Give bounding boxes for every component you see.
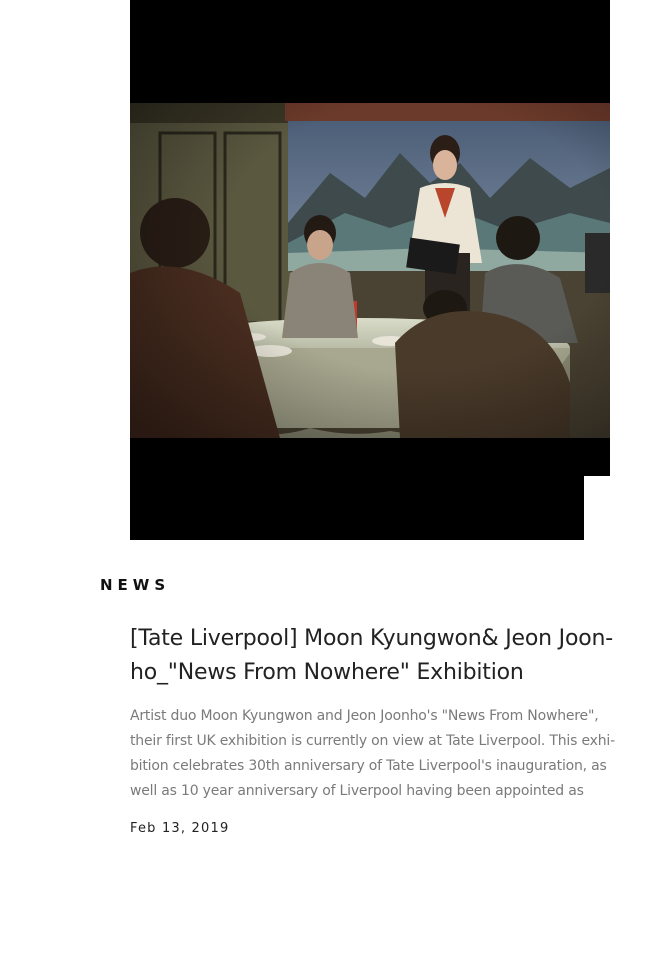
image-slider[interactable] — [130, 0, 610, 540]
slider-controls — [584, 476, 610, 540]
section-label: NEWS — [100, 576, 171, 594]
film-still-image — [130, 103, 610, 438]
post-excerpt: Artist duo Moon Kyungwon and Jeon Joonho… — [130, 708, 615, 799]
post-date: Feb 13, 2019 — [130, 821, 230, 836]
post-title[interactable]: [Tate Liverpool] Moon Kyungwon& Jeon Joo… — [130, 622, 630, 690]
